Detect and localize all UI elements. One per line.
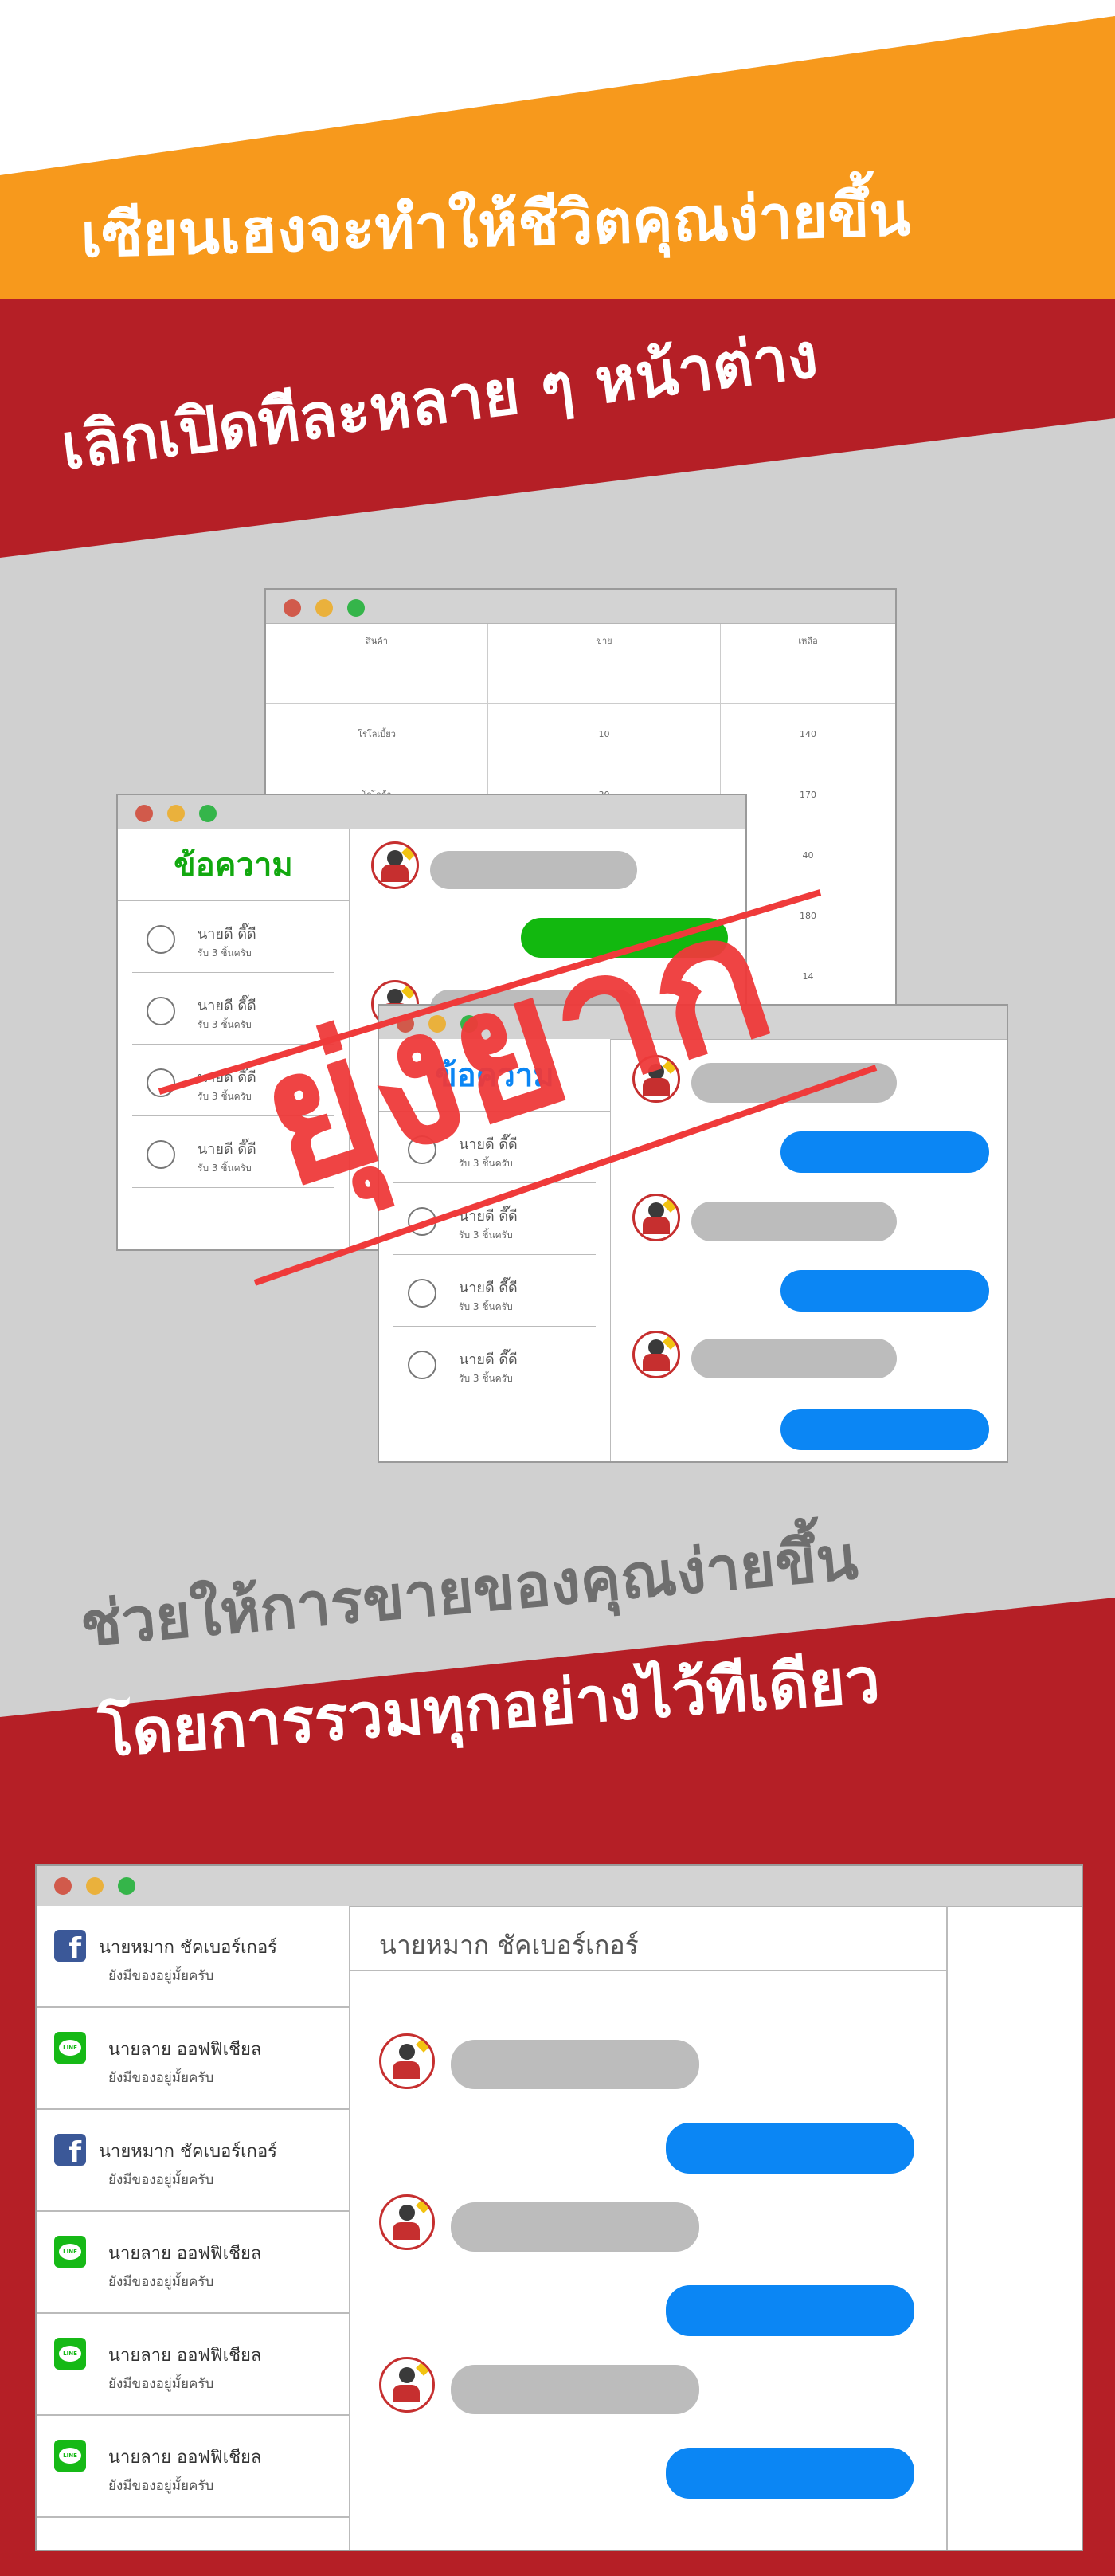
channel-item[interactable]: LINE นายลาย ออฟฟิเชียล ยังมีของอยู่มั้ยค… — [37, 2212, 349, 2314]
contact-name: นายหมาก ชัคเบอร์เกอร์ — [99, 1938, 277, 1958]
radio-circle-icon — [408, 1351, 436, 1379]
facebook-icon: f — [54, 2134, 86, 2169]
channel-item[interactable]: LINE นายลาย ออฟฟิเชียล ยังมีของอยู่มั้ยค… — [37, 2314, 349, 2416]
contact-message: ยังมีของอยู่มั้ยครับ — [108, 2070, 214, 2086]
line-icon: LINE — [54, 2032, 86, 2064]
incoming-message-bubble — [451, 2365, 699, 2414]
facebook-icon: f — [54, 1930, 86, 1965]
contact-message: รับ 3 ชิ้นครับ — [459, 1373, 513, 1384]
detail-panel — [946, 1906, 948, 2550]
line-icon: LINE — [54, 2236, 86, 2268]
contact-message: ยังมีของอยู่มั้ยครับ — [108, 1968, 214, 1984]
contact-message: ยังมีของอยู่มั้ยครับ — [108, 2274, 214, 2290]
line-icon: LINE — [54, 2338, 86, 2370]
channel-item[interactable]: LINE นายลาย ออฟฟิเชียล ยังมีของอยู่มั้ยค… — [37, 2008, 349, 2110]
close-dot[interactable] — [54, 1877, 72, 1895]
incoming-message-bubble — [451, 2202, 699, 2252]
combined-inbox-window: f นายหมาก ชัคเบอร์เกอร์ ยังมีของอยู่มั้ย… — [35, 1864, 1083, 2551]
contact-name: นายลาย ออฟฟิเชียล — [108, 2346, 262, 2366]
channel-item[interactable]: LINE นายลาย ออฟฟิเชียล ยังมีของอยู่มั้ยค… — [37, 2416, 349, 2518]
contact-message: ยังมีของอยู่มั้ยครับ — [108, 2172, 214, 2188]
outgoing-message-bubble — [666, 2123, 914, 2174]
contact-name: นายลาย ออฟฟิเชียล — [108, 2244, 262, 2264]
minimize-dot[interactable] — [86, 1877, 104, 1895]
chat-header-name: นายหมาก ชัคเบอร์เกอร์ — [379, 1930, 639, 1960]
incoming-message-bubble — [451, 2040, 699, 2089]
avatar — [379, 2357, 435, 2413]
outgoing-message-bubble — [666, 2448, 914, 2499]
contact-message: ยังมีของอยู่มั้ยครับ — [108, 2478, 214, 2494]
outgoing-message-bubble — [780, 1409, 989, 1450]
contact-name: นายลาย ออฟฟิเชียล — [108, 2040, 262, 2060]
window-titlebar — [37, 1866, 1082, 1907]
contact-name: นายหมาก ชัคเบอร์เกอร์ — [99, 2142, 277, 2162]
line-icon: LINE — [54, 2440, 86, 2472]
channel-item[interactable]: f นายหมาก ชัคเบอร์เกอร์ ยังมีของอยู่มั้ย… — [37, 1906, 349, 2008]
avatar — [379, 2194, 435, 2250]
outgoing-message-bubble — [666, 2285, 914, 2336]
maximize-dot[interactable] — [118, 1877, 135, 1895]
channel-item[interactable]: f นายหมาก ชัคเบอร์เกอร์ ยังมีของอยู่มั้ย… — [37, 2110, 349, 2212]
contact-name: นายลาย ออฟฟิเชียล — [108, 2448, 262, 2468]
chat-header: นายหมาก ชัคเบอร์เกอร์ — [349, 1906, 948, 1971]
channel-sidebar: f นายหมาก ชัคเบอร์เกอร์ ยังมีของอยู่มั้ย… — [37, 1906, 350, 2550]
avatar — [379, 2033, 435, 2089]
contact-message: ยังมีของอยู่มั้ยครับ — [108, 2376, 214, 2392]
